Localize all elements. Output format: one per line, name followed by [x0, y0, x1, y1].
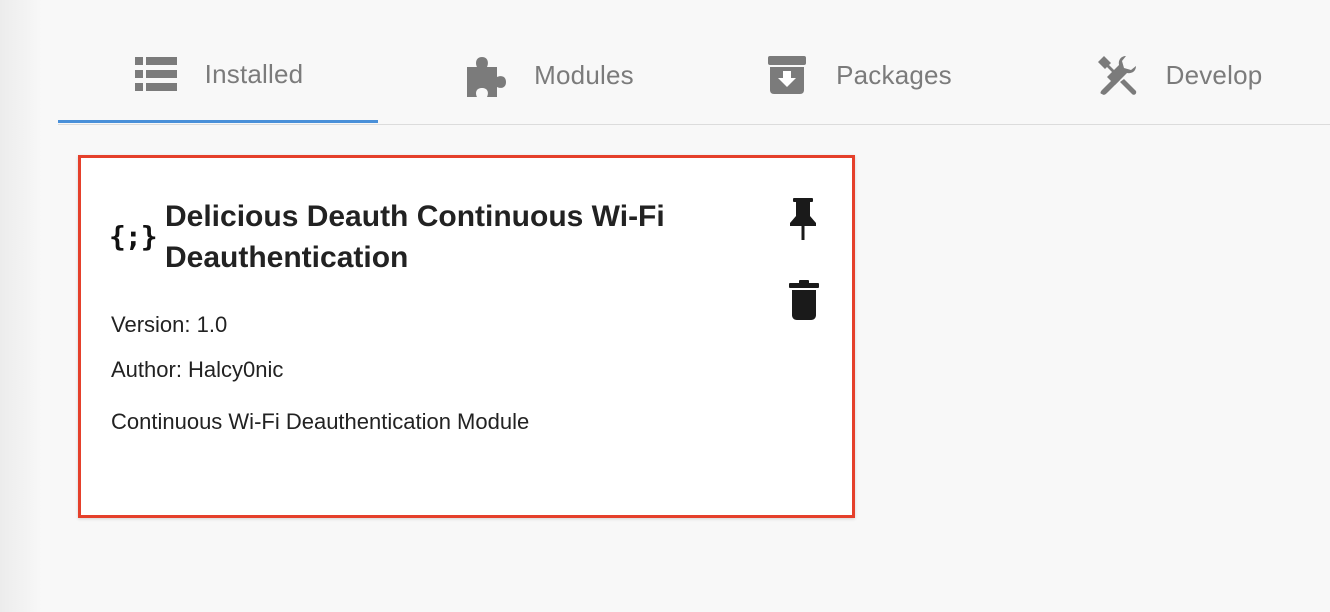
module-author: Author: Halcy0nic: [111, 357, 284, 382]
tab-installed-label: Installed: [204, 58, 304, 89]
module-version: Version: 1.0: [111, 312, 228, 337]
tab-packages[interactable]: Packages: [698, 28, 1018, 122]
tab-develop[interactable]: Develop: [1018, 28, 1330, 122]
pin-icon[interactable]: [787, 198, 819, 242]
puzzle-icon: [462, 52, 508, 98]
tab-modules-label: Modules: [534, 59, 634, 90]
tab-modules[interactable]: Modules: [388, 28, 708, 122]
tab-packages-label: Packages: [836, 59, 952, 90]
module-card[interactable]: {;} Delicious Deauth Continuous Wi-Fi De…: [78, 155, 855, 518]
trash-icon[interactable]: [789, 280, 819, 320]
tools-icon: [1094, 52, 1140, 98]
module-tabs: Installed Modules Packages Develop: [58, 28, 1330, 125]
left-edge-shadow: [0, 0, 42, 612]
archive-download-icon: [764, 52, 810, 98]
module-logo: {;}: [109, 220, 158, 253]
tab-installed[interactable]: Installed: [58, 28, 378, 123]
tab-develop-label: Develop: [1165, 59, 1263, 90]
module-title: Delicious Deauth Continuous Wi-Fi Deauth…: [165, 200, 665, 274]
list-icon: [133, 51, 179, 97]
module-description: Continuous Wi-Fi Deauthentication Module: [111, 409, 530, 434]
